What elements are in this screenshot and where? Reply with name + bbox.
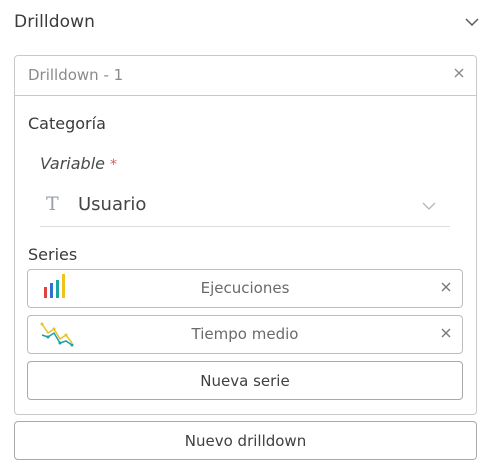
series-label: Series <box>28 245 78 264</box>
variable-label-text: Variable <box>40 154 105 173</box>
close-icon[interactable] <box>452 66 466 80</box>
new-drilldown-label: Nuevo drilldown <box>184 432 307 450</box>
required-mark: * <box>110 157 117 173</box>
text-type-icon: T <box>46 193 59 215</box>
close-icon[interactable] <box>440 281 452 293</box>
category-label: Categoría <box>28 114 106 133</box>
select-underline <box>40 226 450 227</box>
variable-label: Variable * <box>40 154 117 173</box>
close-icon[interactable] <box>440 327 452 339</box>
chevron-down-icon[interactable] <box>464 16 480 28</box>
divider <box>15 95 476 96</box>
section-title: Drilldown <box>14 12 96 32</box>
series-label-text: Tiempo medio <box>191 325 299 343</box>
new-series-label: Nueva serie <box>200 372 290 390</box>
drilldown-name[interactable]: Drilldown - 1 <box>28 66 123 84</box>
variable-select-value[interactable]: Usuario <box>78 194 146 215</box>
chevron-down-icon[interactable] <box>421 201 437 211</box>
series-label-text: Ejecuciones <box>200 279 290 297</box>
